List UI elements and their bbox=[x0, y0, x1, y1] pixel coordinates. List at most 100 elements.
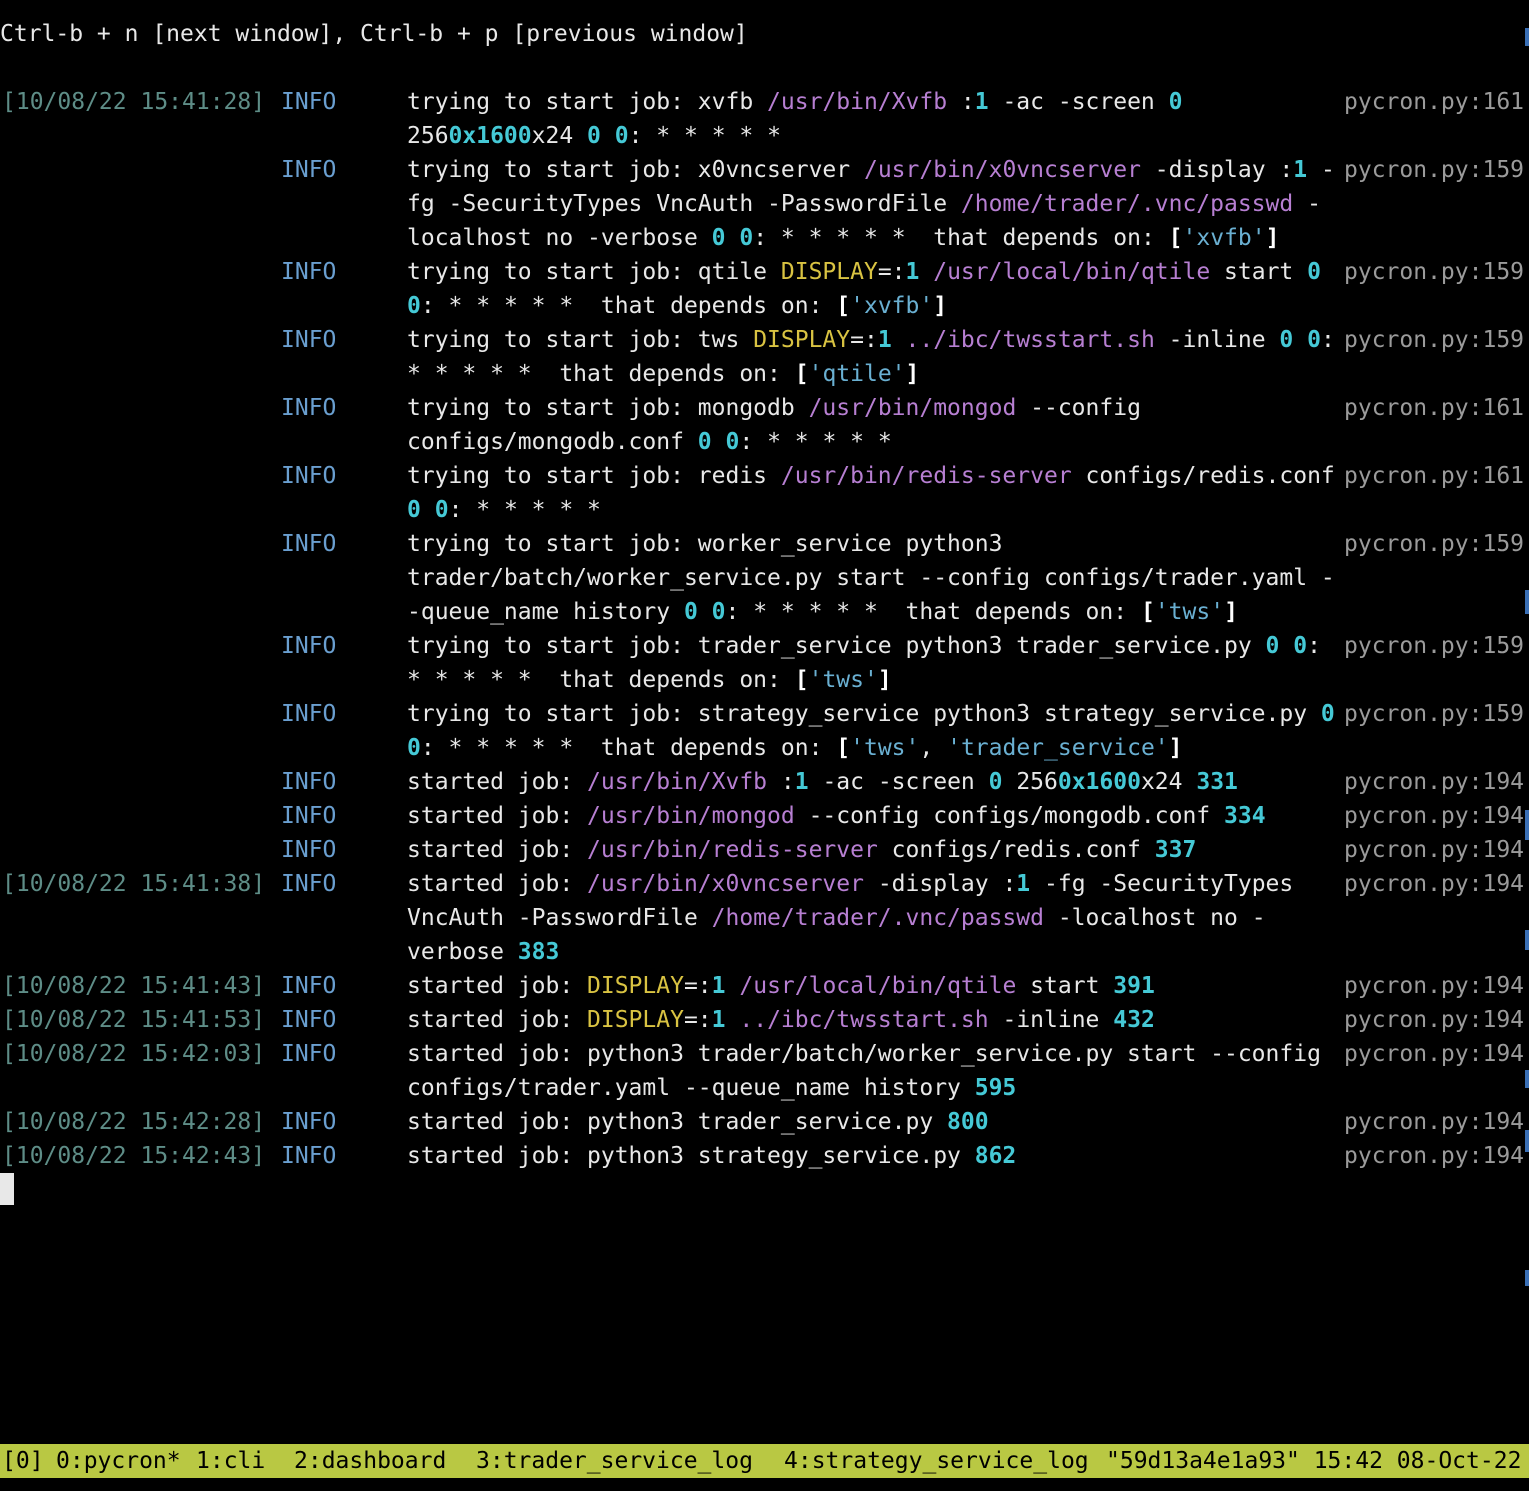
log-message-segment: /usr/bin/Xvfb bbox=[767, 89, 948, 115]
log-message-segment: x24 bbox=[1140, 769, 1197, 795]
log-timestamp: [10/08/22 15:42:43] bbox=[2, 1143, 266, 1169]
log-message-segment: [ bbox=[1168, 225, 1183, 251]
log-message-segment: 0 bbox=[739, 225, 754, 251]
log-message-segment: 800 bbox=[947, 1109, 989, 1135]
window-tab-cli[interactable]: 1:cli bbox=[196, 1444, 265, 1478]
log-message-segment: 1 bbox=[1016, 871, 1031, 897]
log-message-segment: : bbox=[767, 769, 795, 795]
status-host-time-date: "59d13a4e1a93" 15:42 08-Oct-22 bbox=[1106, 1448, 1522, 1474]
log-message-segment: started job: bbox=[407, 837, 588, 863]
log-message-segment: : * * * * * that depends on: bbox=[420, 293, 837, 319]
log-message-segment: 1 bbox=[711, 973, 726, 999]
log-message-segment: : bbox=[947, 89, 975, 115]
log-entry: INFO trying to start job: redis /usr/bin/… bbox=[0, 459, 1529, 527]
log-message-segment bbox=[726, 225, 740, 251]
log-source-location: pycron.py:161 bbox=[1344, 89, 1525, 115]
log-source-location: pycron.py:159 bbox=[1344, 531, 1525, 557]
log-message-segment: 'tws' bbox=[1154, 599, 1225, 625]
log-timestamp: [10/08/22 15:41:38] bbox=[2, 871, 266, 897]
log-message-segment: [ bbox=[836, 293, 851, 319]
log-message-segment: DISPLAY bbox=[587, 973, 684, 999]
terminal-pane[interactable]: Ctrl-b + n [next window], Ctrl-b + p [pr… bbox=[0, 0, 1529, 1444]
log-message-segment: trying to start job: qtile bbox=[407, 259, 781, 285]
window-tab-pycron[interactable]: 0:pycron* bbox=[56, 1444, 181, 1478]
log-message-segment: 0 bbox=[1265, 633, 1280, 659]
log-message-segment: 0 bbox=[711, 225, 726, 251]
log-message: started job: DISPLAY=:1 ../ibc/twsstart.… bbox=[407, 1003, 1335, 1037]
log-message-segment bbox=[726, 973, 740, 999]
log-entry: [10/08/22 15:41:28] INFO trying to start j… bbox=[0, 85, 1529, 153]
log-message-segment: /usr/bin/mongod bbox=[808, 395, 1017, 421]
log-entry: [10/08/22 15:42:28] INFO started job: pyth… bbox=[0, 1105, 1529, 1139]
log-message-segment: -display : bbox=[1140, 157, 1294, 183]
pane-edge-marker bbox=[1525, 930, 1529, 950]
log-message-segment: 1 bbox=[905, 259, 920, 285]
log-message-segment bbox=[1279, 633, 1293, 659]
log-message-segment: 0 bbox=[407, 735, 421, 761]
log-message-segment: started job: bbox=[407, 871, 588, 897]
log-timestamp: [10/08/22 15:41:43] bbox=[2, 973, 266, 999]
log-level: INFO bbox=[281, 259, 337, 285]
log-source-location: pycron.py:159 bbox=[1344, 157, 1525, 183]
log-entry: INFO trying to start job: mongodb /usr/bi… bbox=[0, 391, 1529, 459]
log-message: started job: /usr/bin/mongod --config co… bbox=[407, 799, 1335, 833]
log-message-segment: 'tws' bbox=[808, 667, 878, 693]
log-message-segment: =: bbox=[683, 973, 712, 999]
log-entry: INFO trying to start job: strategy_servic… bbox=[0, 697, 1529, 765]
window-tab-trader-service-log[interactable]: 3:trader_service_log bbox=[476, 1444, 753, 1478]
log-entry: INFO trying to start job: worker_service … bbox=[0, 527, 1529, 629]
log-message-segment: 0 bbox=[988, 769, 1003, 795]
log-level: INFO bbox=[281, 1041, 337, 1067]
log-entry: [10/08/22 15:42:43] INFO started job: pyth… bbox=[0, 1139, 1529, 1173]
log-message-segment: DISPLAY bbox=[780, 259, 878, 285]
log-entry: [10/08/22 15:41:43] INFO started job: DISP… bbox=[0, 969, 1529, 1003]
log-message-segment: 1 bbox=[877, 327, 892, 353]
log-message-segment: =: bbox=[877, 259, 906, 285]
log-message-segment bbox=[919, 259, 933, 285]
log-message-segment: 0 bbox=[1168, 89, 1183, 115]
log-message-segment: 'trader_service' bbox=[947, 735, 1169, 761]
log-message-segment: : * * * * * bbox=[628, 123, 781, 149]
log-message-segment: 432 bbox=[1113, 1007, 1155, 1033]
log-message-segment: 0 bbox=[407, 497, 421, 523]
log-source-location: pycron.py:194 bbox=[1344, 1041, 1525, 1067]
log-message-segment: /usr/bin/Xvfb bbox=[587, 769, 768, 795]
log-message-segment: : * * * * * bbox=[739, 429, 892, 455]
log-message-segment: ] bbox=[905, 361, 920, 387]
log-message-segment: 862 bbox=[974, 1143, 1017, 1169]
log-entry: [10/08/22 15:41:38] INFO started job: /usr… bbox=[0, 867, 1529, 969]
log-message-segment: 0 bbox=[434, 497, 449, 523]
log-message-segment: DISPLAY bbox=[753, 327, 851, 353]
log-message-segment bbox=[601, 123, 615, 149]
log-timestamp: [10/08/22 15:42:03] bbox=[2, 1041, 266, 1067]
log-level: INFO bbox=[281, 803, 337, 829]
log-message: trying to start job: tws DISPLAY=:1 ../i… bbox=[407, 323, 1335, 391]
log-level: INFO bbox=[281, 633, 337, 659]
log-source-location: pycron.py:194 bbox=[1344, 803, 1525, 829]
log-level: INFO bbox=[281, 769, 337, 795]
log-message-segment: started job: python3 trader_service.py bbox=[407, 1109, 948, 1135]
session-name[interactable]: [0] bbox=[2, 1444, 44, 1478]
log-source-location: pycron.py:161 bbox=[1344, 395, 1525, 421]
log-message-segment: 0 bbox=[1320, 701, 1335, 727]
log-timestamp: [10/08/22 15:41:28] bbox=[2, 89, 266, 115]
log-message-segment: /home/trader/.vnc/passwd bbox=[960, 191, 1294, 217]
log-message-segment: start bbox=[1016, 973, 1114, 999]
log-message: started job: /usr/bin/redis-server confi… bbox=[407, 833, 1335, 867]
log-level: INFO bbox=[281, 871, 337, 897]
log-message-segment: started job: bbox=[407, 803, 588, 829]
window-tab-dashboard[interactable]: 2:dashboard bbox=[294, 1444, 446, 1478]
window-tab-strategy-service-log[interactable]: 4:strategy_service_log bbox=[784, 1444, 1089, 1478]
log-message-segment bbox=[892, 327, 906, 353]
log-message-segment: 0x1600 bbox=[448, 123, 532, 149]
log-message-segment: : * * * * * bbox=[448, 497, 601, 523]
log-message-segment: ] bbox=[1168, 735, 1183, 761]
log-message-segment: 0 bbox=[1307, 327, 1321, 353]
log-message-segment: 0 bbox=[1307, 259, 1321, 285]
log-message-segment: /usr/bin/mongod bbox=[587, 803, 795, 829]
pane-edge-marker bbox=[1525, 590, 1529, 614]
log-message-segment: [ bbox=[794, 667, 809, 693]
log-message-segment: 0 bbox=[1279, 327, 1294, 353]
log-output: [10/08/22 15:41:28] INFO trying to start j… bbox=[0, 85, 1529, 1173]
log-message-segment: 0 bbox=[587, 123, 601, 149]
